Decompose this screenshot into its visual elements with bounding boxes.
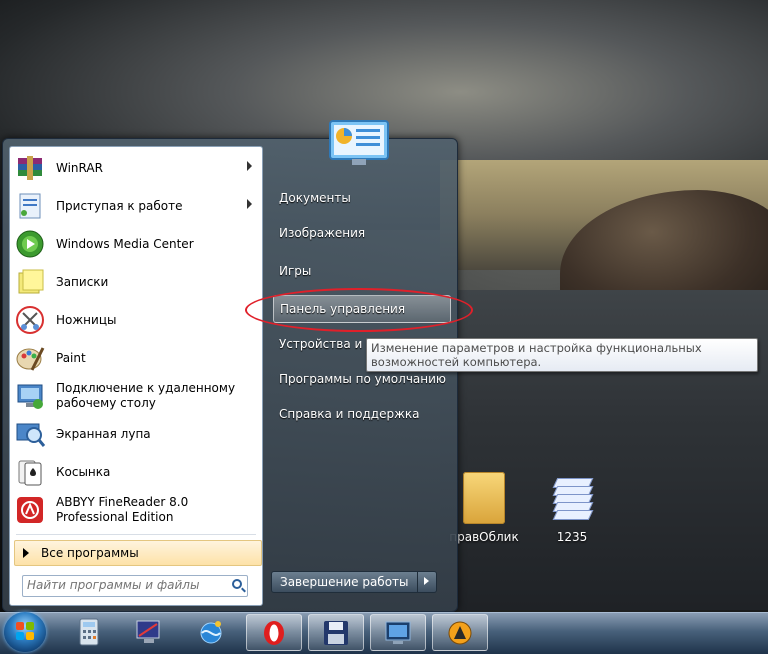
taskbar-button-calculator[interactable] — [62, 614, 118, 651]
solitaire-icon — [18, 460, 42, 486]
highlight-ellipse — [245, 288, 473, 332]
control-panel-tooltip: Изменение параметров и настройка функцио… — [366, 338, 758, 372]
program-label: Windows Media Center — [56, 236, 194, 251]
places-item-label: Документы — [279, 191, 351, 205]
floppy-icon — [324, 621, 348, 645]
program-item-solitaire[interactable]: Косынка — [10, 453, 262, 491]
program-item-getting-started[interactable]: Приступая к работе — [10, 187, 262, 225]
paint-icon — [16, 347, 45, 371]
taskbar-button-globe-app[interactable] — [184, 614, 240, 651]
finereader-icon — [17, 497, 43, 523]
program-label-line: рабочему столу — [56, 396, 156, 410]
program-item-snipping-tool[interactable]: Ножницы — [10, 301, 262, 339]
remote-desktop-icon — [17, 384, 43, 409]
program-label-line: Professional Edition — [56, 510, 174, 524]
program-label: Paint — [56, 350, 86, 365]
places-item-help-support[interactable]: Справка и поддержка — [273, 400, 451, 428]
program-item-media-center[interactable]: Windows Media Center — [10, 225, 262, 263]
shutdown-label: Завершение работы — [280, 575, 409, 589]
start-menu-programs-pane: WinRAR Приступая к работе Windows Media … — [9, 146, 263, 606]
taskbar-button-kmplayer[interactable] — [370, 614, 426, 651]
search-input[interactable] — [23, 576, 221, 594]
desktop-icon-1235[interactable]: 1235 — [532, 472, 612, 544]
windows-flag-icon — [16, 622, 34, 640]
program-list: WinRAR Приступая к работе Windows Media … — [10, 147, 262, 529]
winrar-icon — [18, 156, 42, 180]
expand-arrow-icon — [23, 548, 29, 558]
taskbar-button-save-app[interactable] — [308, 614, 364, 651]
getting-started-icon — [19, 193, 41, 219]
magnifier-icon — [16, 423, 46, 447]
program-label: ABBYY FineReader 8.0 Professional Editio… — [56, 495, 188, 525]
program-item-remote-desktop[interactable]: Подключение к удаленному рабочему столу — [10, 377, 262, 415]
search-icon[interactable] — [232, 579, 242, 589]
media-center-icon — [16, 230, 44, 258]
program-item-paint[interactable]: Paint — [10, 339, 262, 377]
places-item-label: Игры — [279, 264, 312, 278]
aimp-icon — [448, 621, 472, 645]
program-label: Ножницы — [56, 312, 117, 327]
monitor-app-icon — [136, 620, 160, 643]
calculator-icon — [79, 618, 99, 646]
places-item-label: Изображения — [279, 226, 366, 240]
search-box[interactable] — [22, 575, 248, 597]
opera-icon — [264, 621, 284, 645]
program-item-finereader[interactable]: ABBYY FineReader 8.0 Professional Editio… — [10, 491, 262, 529]
program-label-line: ABBYY FineReader 8.0 — [56, 495, 189, 509]
desktop-icon-label: 1235 — [556, 530, 588, 544]
all-programs-label: Все программы — [41, 546, 139, 560]
places-item-label: Справка и поддержка — [279, 407, 420, 421]
places-item-games[interactable]: Игры — [273, 257, 451, 285]
divider — [16, 534, 256, 535]
snipping-tool-icon — [16, 306, 44, 334]
program-label: Приступая к работе — [56, 198, 183, 213]
submenu-arrow-icon — [247, 199, 252, 209]
shutdown-button[interactable]: Завершение работы — [271, 571, 418, 593]
stacked-documents-icon — [551, 472, 594, 524]
start-button[interactable] — [4, 612, 46, 652]
program-label: Экранная лупа — [56, 426, 151, 441]
program-label: Подключение к удаленному рабочему столу — [56, 381, 235, 411]
start-menu-places-pane: Документы Изображения Игры Панель управл… — [267, 139, 457, 611]
shutdown-group: Завершение работы — [271, 571, 437, 593]
taskbar-button-monitor-app[interactable] — [122, 614, 178, 651]
program-label: Косынка — [56, 464, 111, 479]
sticky-notes-icon — [18, 269, 44, 294]
places-item-documents[interactable]: Документы — [273, 184, 451, 212]
program-item-magnifier[interactable]: Экранная лупа — [10, 415, 262, 453]
program-label: Записки — [56, 274, 109, 289]
submenu-arrow-icon — [247, 161, 252, 171]
taskbar-button-opera[interactable] — [246, 614, 302, 651]
kmplayer-icon — [385, 621, 411, 644]
control-panel-icon — [329, 120, 389, 165]
taskbar-button-aimp[interactable] — [432, 614, 488, 651]
places-item-pictures[interactable]: Изображения — [273, 219, 451, 247]
folder-icon — [463, 472, 505, 524]
program-item-sticky-notes[interactable]: Записки — [10, 263, 262, 301]
start-menu: WinRAR Приступая к работе Windows Media … — [2, 138, 458, 612]
places-item-label: Программы по умолчанию — [279, 372, 447, 386]
program-label-line: Подключение к удаленному — [56, 381, 236, 395]
globe-app-icon — [200, 621, 222, 644]
all-programs-button[interactable]: Все программы — [14, 540, 262, 566]
shutdown-options-button[interactable] — [417, 571, 437, 593]
program-label: WinRAR — [56, 160, 103, 175]
program-item-winrar[interactable]: WinRAR — [10, 149, 262, 187]
